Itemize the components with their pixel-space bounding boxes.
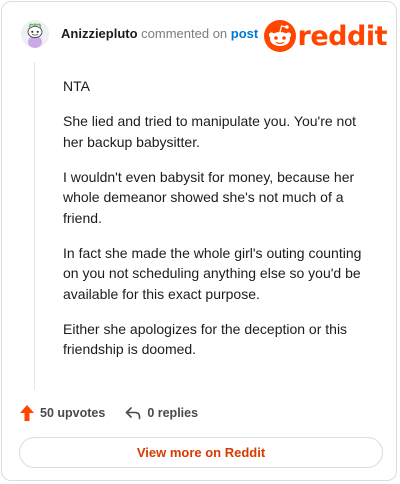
comment-paragraph: In fact she made the whole girl's outing… — [63, 244, 362, 302]
comment-paragraph: NTA — [63, 78, 90, 94]
reddit-snoo-icon — [263, 20, 296, 52]
comment-paragraph: Either she apologizes for the deception … — [63, 320, 348, 358]
username[interactable]: Anizziepluto — [61, 26, 138, 41]
comment-paragraph: She lied and tried to manipulate you. Yo… — [63, 113, 356, 150]
user-avatar[interactable] — [21, 20, 49, 48]
reply-count: 0 replies — [147, 406, 199, 420]
upvote-arrow-icon — [20, 405, 34, 421]
comment-body: NTA She lied and tried to manipulate you… — [63, 76, 373, 374]
comment-header: Anizziepluto commented on post reddit — [17, 16, 388, 56]
comment-card: Anizziepluto commented on post reddit NT… — [1, 1, 397, 481]
post-link[interactable]: post — [231, 26, 258, 41]
reddit-logo[interactable]: reddit — [263, 16, 388, 56]
reddit-wordmark: reddit — [297, 20, 388, 52]
comment-meta: Anizziepluto commented on post — [61, 26, 258, 41]
thread-line[interactable] — [34, 62, 35, 390]
meta-action-text: commented on — [141, 26, 228, 41]
upvote-button[interactable]: 50 upvotes — [20, 405, 105, 421]
comment-actions: 50 upvotes 0 replies — [20, 403, 218, 423]
view-more-button[interactable]: View more on Reddit — [19, 437, 383, 468]
reply-arrow-icon — [126, 407, 141, 420]
snoo-avatar-icon — [21, 20, 49, 48]
comment-paragraph: I wouldn't even babysit for money, becau… — [63, 168, 355, 226]
upvote-count: 50 upvotes — [40, 406, 106, 420]
reply-button[interactable]: 0 replies — [125, 406, 198, 420]
